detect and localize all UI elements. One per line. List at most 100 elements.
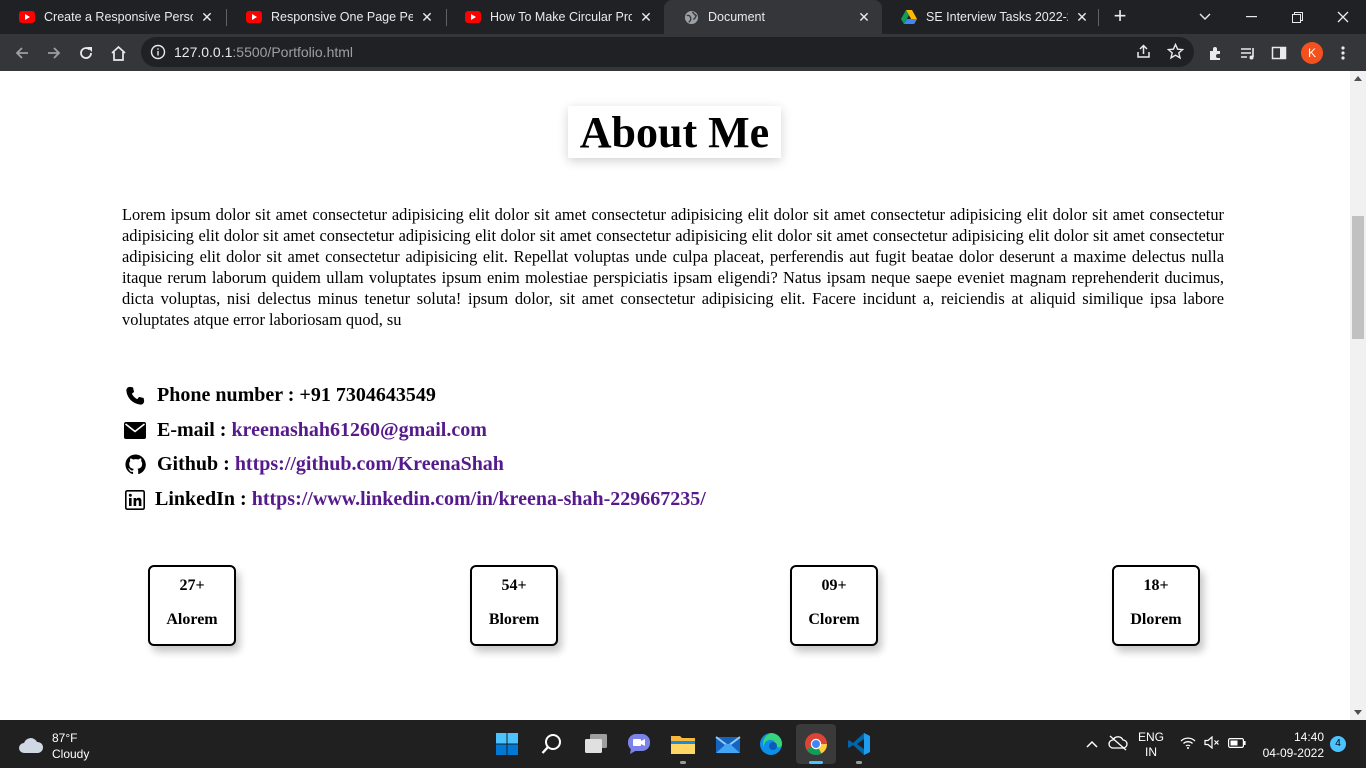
volume-muted-icon[interactable]: [1204, 735, 1220, 752]
reading-list-button[interactable]: [1233, 39, 1261, 67]
chat-icon: [628, 734, 650, 754]
arrow-right-icon: [48, 47, 61, 59]
edge-icon: [760, 733, 782, 755]
stat-label: Clorem: [808, 611, 860, 628]
restore-button[interactable]: [1274, 0, 1320, 34]
active-app-indicator: [809, 761, 823, 764]
linkedin-label: LinkedIn :: [155, 488, 247, 510]
windows-taskbar: 87°F Cloudy ENG IN 14:40 04-09-2022: [0, 720, 1366, 768]
contact-github: Github : https://github.com/KreenaShah: [124, 453, 504, 476]
notification-badge[interactable]: 4: [1330, 736, 1346, 752]
puzzle-icon: [1209, 46, 1220, 60]
reload-icon: [80, 47, 92, 59]
tab-3[interactable]: How To Make Circular Progre ✕: [446, 0, 664, 34]
linkedin-icon: [124, 489, 146, 511]
kebab-menu-icon: [1341, 46, 1345, 60]
close-tab-icon[interactable]: ✕: [1074, 9, 1090, 25]
tab-2[interactable]: Responsive One Page Person ✕: [227, 0, 445, 34]
profile-avatar[interactable]: K: [1301, 42, 1323, 64]
mail-button[interactable]: [712, 728, 744, 760]
task-view-button[interactable]: [580, 728, 612, 760]
linkedin-link[interactable]: https://www.linkedin.com/in/kreena-shah-…: [252, 488, 706, 511]
stat-card: 27+ Alorem: [148, 565, 236, 646]
stat-label: Dlorem: [1130, 611, 1182, 628]
tab-strip: Create a Responsive Personal ✕ Responsiv…: [0, 0, 1366, 34]
search-icon: [541, 734, 561, 754]
close-tab-icon[interactable]: ✕: [638, 9, 654, 25]
address-bar[interactable]: 127.0.0.1:5500/Portfolio.html: [141, 37, 1194, 67]
file-explorer-button[interactable]: [667, 728, 699, 760]
side-panel-icon: [1271, 46, 1287, 60]
scroll-down-arrow-icon[interactable]: [1354, 710, 1362, 715]
edge-browser-button[interactable]: [755, 728, 787, 760]
close-tab-icon[interactable]: ✕: [199, 9, 215, 25]
clock-time: 14:40: [1293, 730, 1324, 744]
battery-icon[interactable]: [1228, 737, 1246, 751]
clock-date: 04-09-2022: [1262, 746, 1324, 760]
back-button[interactable]: [8, 39, 36, 67]
scroll-up-arrow-icon[interactable]: [1354, 76, 1362, 81]
extensions-button[interactable]: [1201, 39, 1229, 67]
scrollbar-thumb[interactable]: [1352, 216, 1364, 339]
minimize-button[interactable]: [1228, 0, 1274, 34]
browser-toolbar: 127.0.0.1:5500/Portfolio.html: [0, 34, 1366, 71]
stat-number: 54+: [501, 577, 527, 594]
teams-chat-button[interactable]: [623, 728, 655, 760]
start-button[interactable]: [491, 728, 523, 760]
search-button[interactable]: [536, 728, 568, 760]
url-path: :5500/Portfolio.html: [232, 44, 354, 60]
cloud-offline-icon[interactable]: [1108, 735, 1128, 754]
language-top: ENG: [1138, 730, 1165, 744]
chrome-button[interactable]: [800, 728, 832, 760]
wifi-icon[interactable]: [1180, 736, 1196, 752]
tab-title: Document: [708, 10, 765, 24]
google-drive-icon: [901, 9, 917, 25]
folder-icon: [671, 736, 695, 754]
browser-menu-button[interactable]: [1329, 39, 1357, 67]
tab-4-active[interactable]: Document ✕: [664, 0, 882, 34]
tab-title: SE Interview Tasks 2022-2023: [926, 10, 1068, 24]
close-tab-icon[interactable]: ✕: [856, 9, 872, 25]
url-host: 127.0.0.1: [174, 44, 233, 60]
running-indicator: [856, 761, 862, 764]
weather-temp: 87°F: [52, 731, 78, 745]
site-info-icon[interactable]: [150, 44, 166, 65]
page-scrollbar[interactable]: [1350, 71, 1366, 720]
forward-button[interactable]: [40, 39, 68, 67]
tab-1[interactable]: Create a Responsive Personal ✕: [0, 0, 225, 34]
side-panel-button[interactable]: [1265, 39, 1293, 67]
close-icon: [1337, 11, 1349, 23]
stat-label: Blorem: [488, 611, 540, 628]
system-clock[interactable]: 14:40 04-09-2022: [1258, 729, 1324, 761]
stat-number: 09+: [821, 577, 847, 594]
language-indicator[interactable]: ENG IN: [1138, 730, 1164, 760]
tab-5[interactable]: SE Interview Tasks 2022-2023 ✕: [882, 0, 1100, 34]
youtube-icon: [19, 9, 35, 25]
running-indicator: [680, 761, 686, 764]
share-icon[interactable]: [1135, 43, 1152, 65]
reload-button[interactable]: [72, 39, 100, 67]
tab-search-button[interactable]: [1182, 0, 1228, 34]
email-link[interactable]: kreenashah61260@gmail.com: [231, 419, 486, 442]
home-button[interactable]: [104, 39, 132, 67]
github-link[interactable]: https://github.com/KreenaShah: [235, 453, 504, 476]
cloud-icon: [19, 738, 44, 753]
vscode-button[interactable]: [843, 728, 875, 760]
new-tab-button[interactable]: +: [1108, 5, 1132, 29]
close-window-button[interactable]: [1320, 0, 1366, 34]
close-tab-icon[interactable]: ✕: [419, 9, 435, 25]
tab-separator: [1098, 9, 1099, 26]
bookmark-star-icon[interactable]: [1166, 42, 1185, 65]
chevron-down-icon: [1199, 13, 1211, 20]
show-hidden-icons-button[interactable]: [1086, 737, 1098, 751]
arrow-left-icon: [15, 47, 28, 59]
phone-icon: [124, 385, 146, 407]
stat-card: 18+ Dlorem: [1112, 565, 1200, 646]
windows-logo-icon: [496, 733, 518, 755]
home-icon: [110, 45, 126, 61]
task-view-icon: [585, 734, 607, 753]
stat-card: 09+ Clorem: [790, 565, 878, 646]
url-text: 127.0.0.1:5500/Portfolio.html: [174, 44, 353, 60]
tab-title: Responsive One Page Person: [271, 10, 413, 24]
vscode-icon: [848, 733, 870, 755]
